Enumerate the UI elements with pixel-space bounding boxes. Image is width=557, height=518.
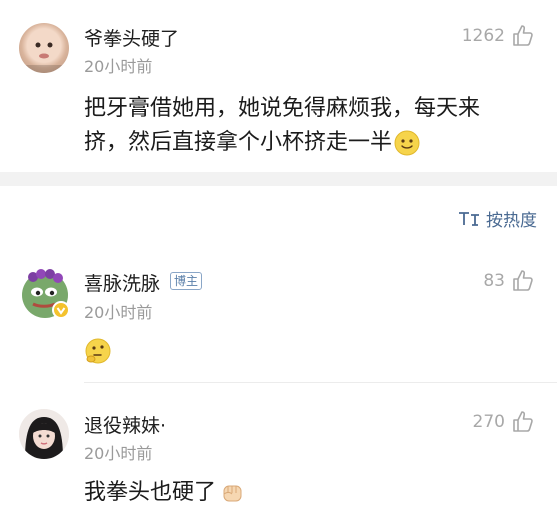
comment-text-line: 挤，然后直接拿个小杯挤走一半 — [84, 126, 480, 160]
comment-text-segment: 我拳头也硬了 — [84, 480, 217, 505]
author-badge: 博主 — [170, 272, 203, 290]
comment-text: 我拳头也硬了 — [84, 476, 246, 510]
like-count: 270 — [472, 412, 505, 432]
username[interactable]: 喜脉洗脉 — [84, 269, 160, 296]
like-button[interactable]: 270 — [473, 410, 535, 434]
like-button[interactable]: 83 — [483, 269, 535, 293]
thumbs-up-icon — [513, 411, 533, 432]
comment-text-line: 把牙膏借她用，她说免得麻烦我，每天来 — [84, 96, 481, 121]
like-count: 1262 — [461, 26, 505, 46]
timestamp: 20小时前 — [84, 57, 153, 76]
fist-emoji-icon — [223, 485, 242, 502]
avatar[interactable] — [19, 268, 70, 319]
divider — [84, 382, 557, 383]
section-separator — [0, 172, 557, 186]
avatar[interactable] — [19, 23, 69, 73]
thinking-emoji-icon — [85, 338, 111, 364]
thumbs-up-icon — [513, 25, 533, 46]
username[interactable]: 爷拳头硬了 — [84, 24, 179, 51]
sort-button[interactable]: 按热度 — [458, 206, 537, 231]
timestamp: 20小时前 — [84, 303, 153, 322]
smile-emoji-icon — [394, 130, 420, 156]
timestamp: 20小时前 — [84, 444, 153, 463]
sort-icon — [459, 211, 479, 226]
like-button[interactable]: 1262 — [462, 24, 535, 48]
comment-text-segment: 挤，然后直接拿个小杯挤走一半 — [84, 130, 393, 155]
thumbs-up-icon — [513, 270, 533, 291]
comment-text: 把牙膏借她用，她说免得麻烦我，每天来 挤，然后直接拿个小杯挤走一半 — [84, 92, 480, 160]
avatar[interactable] — [19, 409, 69, 459]
like-count: 83 — [483, 271, 505, 291]
sort-label: 按热度 — [486, 211, 537, 231]
username[interactable]: 退役辣妹· — [84, 411, 166, 438]
